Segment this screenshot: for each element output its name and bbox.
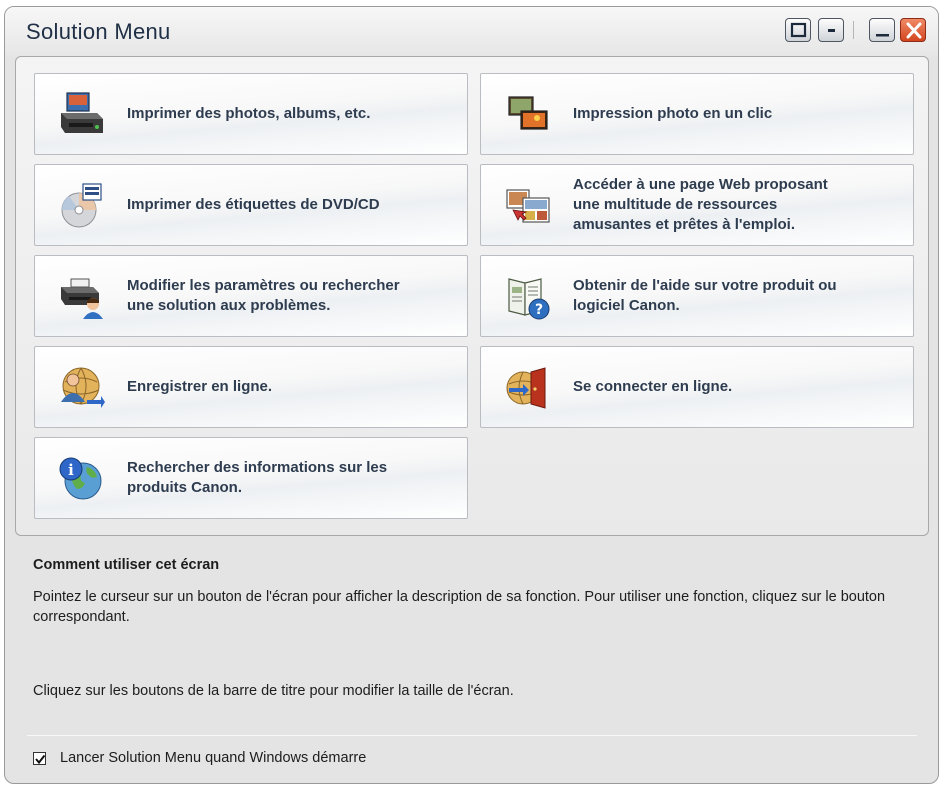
photos-icon bbox=[508, 96, 548, 130]
footer-divider bbox=[27, 735, 917, 736]
large-view-icon bbox=[790, 22, 807, 38]
web-resources-button[interactable]: Accéder à une page Web proposant une mul… bbox=[480, 164, 914, 246]
window-title: Solution Menu bbox=[26, 19, 171, 44]
menu-item-label: Enregistrer en ligne. bbox=[127, 378, 273, 395]
user-globe-icon bbox=[61, 367, 105, 408]
menu-item-label: Accéder à une page Web proposant une mul… bbox=[573, 176, 828, 233]
small-view-icon bbox=[828, 29, 835, 32]
startup-label: Lancer Solution Menu quand Windows démar… bbox=[60, 750, 367, 766]
help-text-titlebar: Cliquez sur les boutons de la barre de t… bbox=[33, 683, 514, 699]
solution-menu-window: Solution Menu Imprimer des photos, album… bbox=[4, 6, 939, 784]
large-view-button[interactable] bbox=[785, 18, 811, 42]
svg-text:?: ? bbox=[535, 302, 543, 318]
printer-photo-icon bbox=[61, 92, 103, 133]
help-text: Pointez le curseur sur un bouton de l'éc… bbox=[33, 589, 886, 625]
product-info-button[interactable]: i Rechercher des informations sur les pr… bbox=[34, 437, 468, 519]
menu-panel: Imprimer des photos, albums, etc. Impres… bbox=[15, 56, 929, 536]
connect-online-button[interactable]: Se connecter en ligne. bbox=[480, 346, 914, 428]
menu-item-label: Se connecter en ligne. bbox=[573, 378, 733, 395]
info-globe-icon: i bbox=[59, 457, 102, 500]
title-bar: Solution Menu bbox=[5, 7, 938, 57]
minimize-icon bbox=[876, 34, 889, 37]
disc-label-icon bbox=[61, 183, 102, 228]
menu-item-label: Impression photo en un clic bbox=[573, 105, 773, 122]
print-disc-labels-button[interactable]: Imprimer des étiquettes de DVD/CD bbox=[34, 164, 468, 246]
close-button[interactable] bbox=[900, 18, 926, 42]
menu-item-label: Rechercher des informations sur les prod… bbox=[127, 459, 388, 496]
product-help-button[interactable]: ? Obtenir de l'aide sur votre produit ou… bbox=[480, 255, 914, 337]
checkmark-icon bbox=[35, 754, 46, 764]
manual-help-icon: ? bbox=[508, 278, 550, 320]
close-icon bbox=[906, 22, 922, 39]
help-title: Comment utiliser cet écran bbox=[33, 557, 220, 573]
web-photos-icon bbox=[506, 189, 550, 223]
small-view-button[interactable] bbox=[818, 18, 844, 42]
menu-item-label: Imprimer des étiquettes de DVD/CD bbox=[127, 196, 380, 213]
globe-door-icon bbox=[506, 367, 546, 409]
settings-troubleshoot-button[interactable]: Modifier les paramètres ou rechercher un… bbox=[34, 255, 468, 337]
menu-item-label: Modifier les paramètres ou rechercher un… bbox=[127, 277, 400, 314]
title-separator bbox=[853, 21, 854, 39]
minimize-button[interactable] bbox=[869, 18, 895, 42]
print-photos-button[interactable]: Imprimer des photos, albums, etc. bbox=[34, 73, 468, 155]
menu-item-label: Imprimer des photos, albums, etc. bbox=[127, 105, 371, 122]
menu-item-label: Obtenir de l'aide sur votre produit ou l… bbox=[573, 277, 837, 314]
printer-user-icon bbox=[61, 278, 103, 319]
startup-checkbox[interactable] bbox=[33, 751, 46, 765]
register-online-button[interactable]: Enregistrer en ligne. bbox=[34, 346, 468, 428]
one-click-photo-button[interactable]: Impression photo en un clic bbox=[480, 73, 914, 155]
svg-text:i: i bbox=[68, 461, 74, 479]
startup-option[interactable]: Lancer Solution Menu quand Windows démar… bbox=[33, 748, 366, 768]
